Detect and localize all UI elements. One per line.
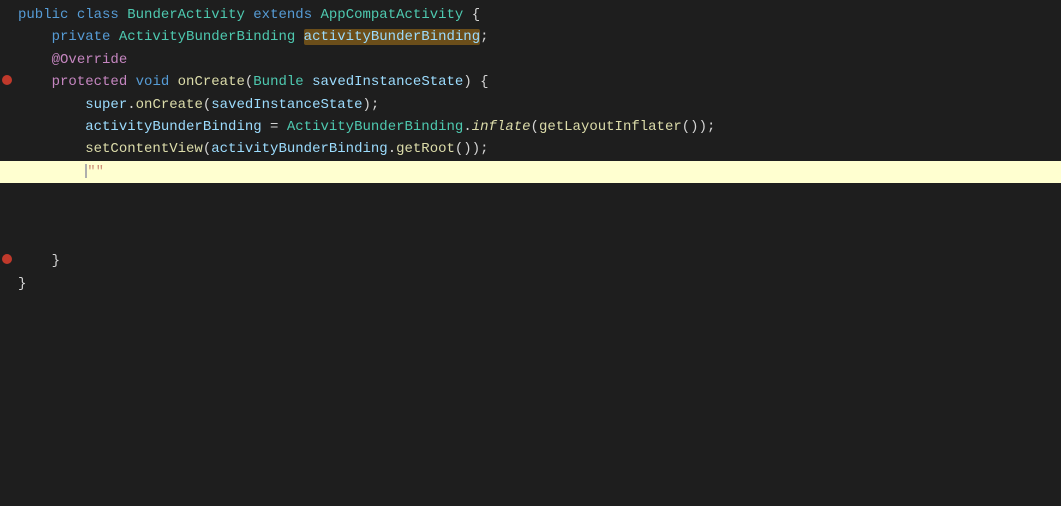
- dot-7: .: [388, 141, 396, 157]
- indent-8: [18, 164, 85, 180]
- line-content-10: [14, 206, 1061, 228]
- keyword-class: class: [77, 7, 119, 23]
- breakpoint-dot-4: [2, 75, 12, 85]
- classname-bunderactivity: BunderActivity: [127, 7, 245, 23]
- line-content-8: "": [14, 161, 1061, 183]
- paren-open-7: (: [203, 141, 211, 157]
- line-content-9: [14, 183, 1061, 205]
- line-content-7: setContentView(activityBunderBinding.get…: [14, 138, 1061, 160]
- paren-close-4: ) {: [463, 74, 488, 90]
- code-line-9: [0, 183, 1061, 205]
- classname-activitybunderbinding-6: ActivityBunderBinding: [287, 119, 463, 135]
- code-line-5: super.onCreate(savedInstanceState);: [0, 94, 1061, 116]
- semicolon-2: ;: [480, 29, 488, 45]
- method-oncreate-call: onCreate: [136, 97, 203, 113]
- indent-3: [18, 52, 52, 68]
- code-line-13: }: [0, 273, 1061, 295]
- var-activitybunderbinding-highlight: activityBunderBinding: [304, 29, 480, 45]
- gutter-12: [0, 254, 14, 264]
- indent-7: [18, 141, 85, 157]
- code-line-12: }: [0, 250, 1061, 272]
- code-line-6: activityBunderBinding = ActivityBunderBi…: [0, 116, 1061, 138]
- paren-open-6: (: [531, 119, 539, 135]
- indent-4: [18, 74, 52, 90]
- paren-close-5: );: [363, 97, 380, 113]
- brace-open-1: {: [472, 7, 480, 23]
- line-content-13: }: [14, 273, 1061, 295]
- line-content-6: activityBunderBinding = ActivityBunderBi…: [14, 116, 1061, 138]
- code-line-11: [0, 228, 1061, 250]
- dot-6: .: [463, 119, 471, 135]
- var-activitybunderbinding-7: activityBunderBinding: [211, 141, 387, 157]
- line-content-5: super.onCreate(savedInstanceState);: [14, 94, 1061, 116]
- indent-2: [18, 29, 52, 45]
- code-line-8: "": [0, 161, 1061, 183]
- code-line-7: setContentView(activityBunderBinding.get…: [0, 138, 1061, 160]
- indent-6: [18, 119, 85, 135]
- code-line-10: [0, 206, 1061, 228]
- string-empty: "": [87, 164, 104, 180]
- code-line-3: @Override: [0, 49, 1061, 71]
- line-content-1: public class BunderActivity extends AppC…: [14, 4, 1061, 26]
- line-content-2: private ActivityBunderBinding activityBu…: [14, 26, 1061, 48]
- method-getroot: getRoot: [396, 141, 455, 157]
- method-inflate: inflate: [472, 119, 531, 135]
- keyword-void: void: [136, 74, 170, 90]
- keyword-protected: protected: [52, 74, 128, 90]
- paren-5: (: [203, 97, 211, 113]
- code-line-2: private ActivityBunderBinding activityBu…: [0, 26, 1061, 48]
- line-content-12: }: [14, 250, 1061, 272]
- var-savedinstancestate-2: savedInstanceState: [211, 97, 362, 113]
- code-area[interactable]: public class BunderActivity extends AppC…: [0, 0, 1061, 506]
- method-setcontentview: setContentView: [85, 141, 203, 157]
- classname-appcompatactivity: AppCompatActivity: [321, 7, 464, 23]
- line-content-11: [14, 228, 1061, 250]
- breakpoint-dot-12: [2, 254, 12, 264]
- paren-close-6: ());: [682, 119, 716, 135]
- classname-bundle: Bundle: [253, 74, 303, 90]
- var-activitybunderbinding-6: activityBunderBinding: [85, 119, 261, 135]
- keyword-public: public: [18, 7, 68, 23]
- gutter-4: [0, 75, 14, 85]
- brace-close-12: }: [52, 253, 60, 269]
- var-savedinstancestate: savedInstanceState: [312, 74, 463, 90]
- paren-close-7: ());: [455, 141, 489, 157]
- keyword-private: private: [52, 29, 111, 45]
- annotation-override: @Override: [52, 52, 128, 68]
- indent-5: [18, 97, 85, 113]
- line-content-3: @Override: [14, 49, 1061, 71]
- method-getlayoutinflater: getLayoutInflater: [539, 119, 682, 135]
- code-line-4: protected void onCreate(Bundle savedInst…: [0, 71, 1061, 93]
- assign-6: =: [262, 119, 287, 135]
- line-content-4: protected void onCreate(Bundle savedInst…: [14, 71, 1061, 93]
- code-line-1: public class BunderActivity extends AppC…: [0, 4, 1061, 26]
- var-super: super: [85, 97, 127, 113]
- brace-close-13: }: [18, 276, 26, 292]
- method-oncreate: onCreate: [178, 74, 245, 90]
- code-editor: public class BunderActivity extends AppC…: [0, 0, 1061, 506]
- keyword-extends: extends: [253, 7, 312, 23]
- classname-activitybunderbinding: ActivityBunderBinding: [119, 29, 295, 45]
- indent-12: [18, 253, 52, 269]
- dot-5: .: [127, 97, 135, 113]
